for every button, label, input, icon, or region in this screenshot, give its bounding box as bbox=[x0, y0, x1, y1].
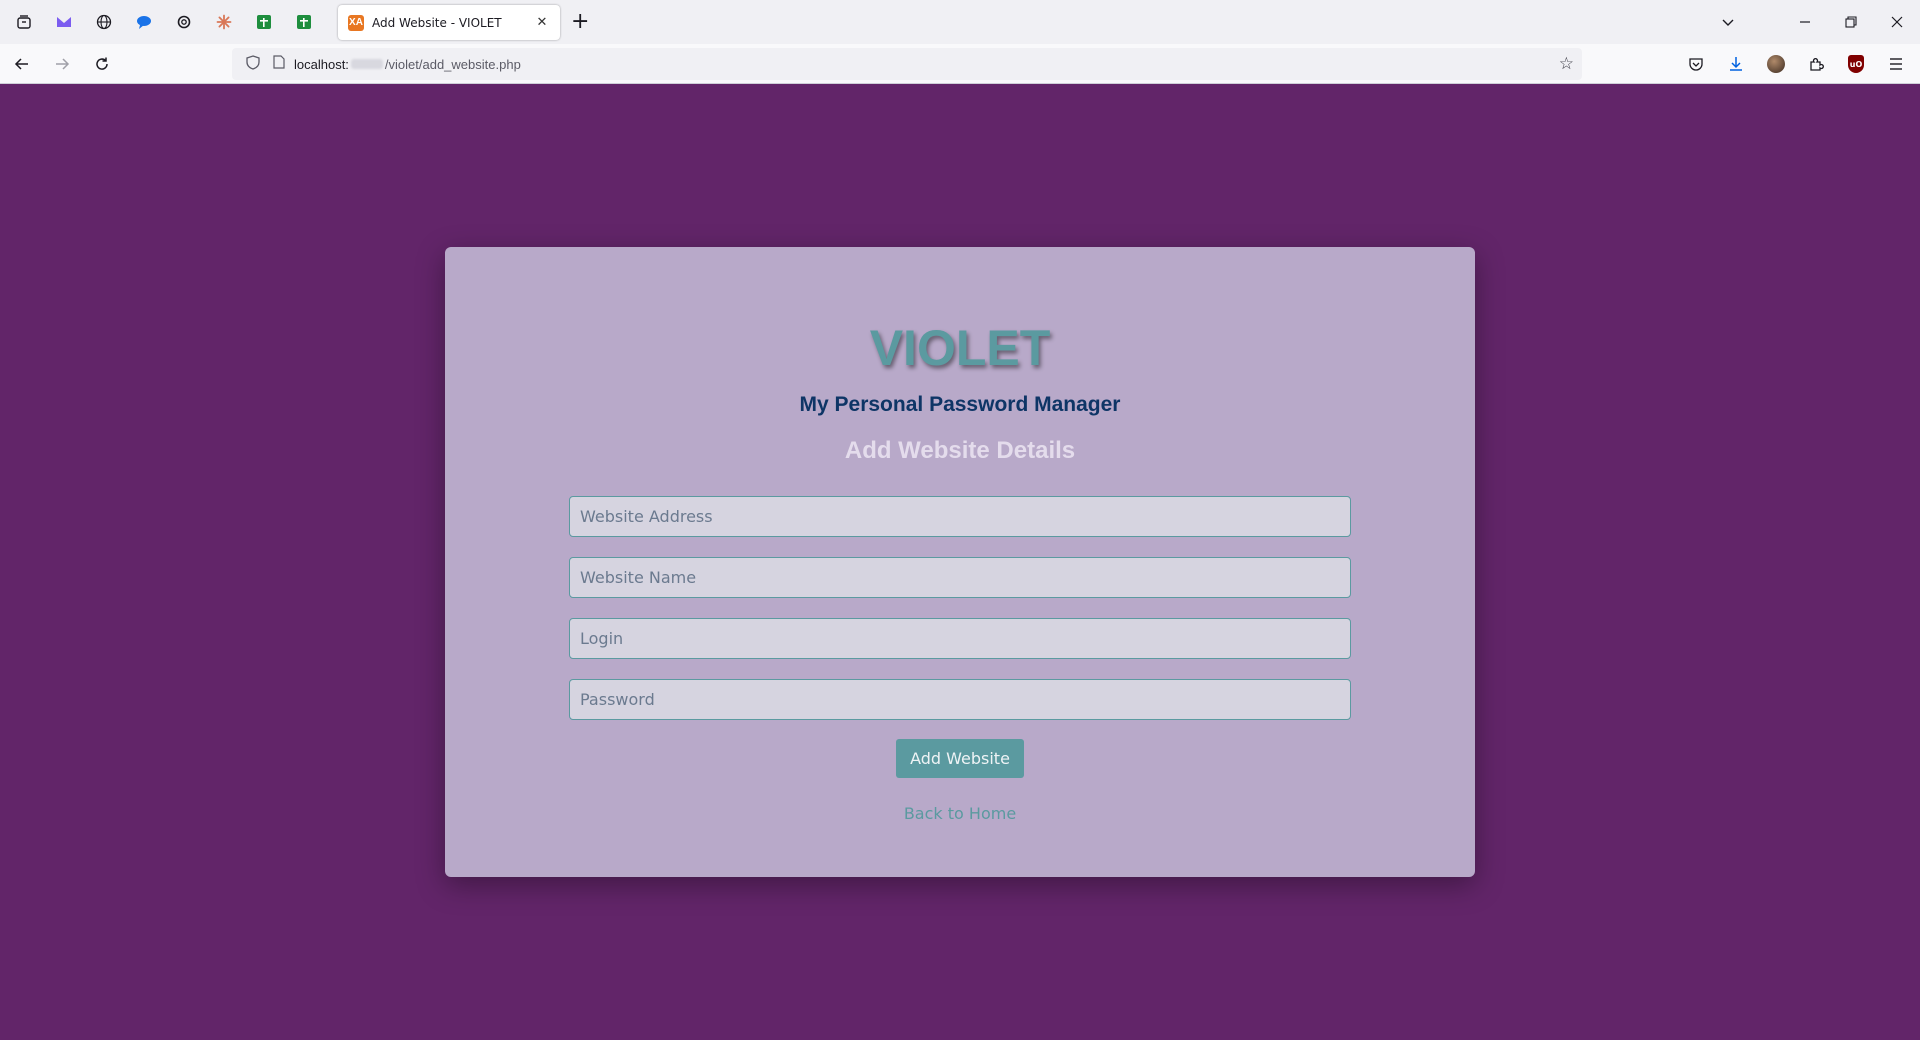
browser-tab-bar: XA Add Website - VIOLET ✕ + bbox=[0, 0, 1920, 44]
menu-hamburger-icon[interactable] bbox=[1878, 48, 1914, 80]
window-controls bbox=[1782, 0, 1920, 44]
pinned-tabs bbox=[4, 0, 324, 44]
claude-asterisk-icon[interactable] bbox=[204, 0, 244, 44]
page-background: VIOLET My Personal Password Manager Add … bbox=[0, 85, 1920, 1040]
bookmark-star-icon[interactable]: ☆ bbox=[1559, 54, 1574, 74]
globe-icon[interactable] bbox=[84, 0, 124, 44]
website-address-input[interactable] bbox=[569, 496, 1351, 537]
extensions-puzzle-icon[interactable] bbox=[1798, 48, 1834, 80]
shield-icon[interactable] bbox=[242, 54, 264, 74]
tab-overview-icon[interactable] bbox=[4, 0, 44, 44]
tab-active[interactable]: XA Add Website - VIOLET ✕ bbox=[338, 5, 560, 40]
forward-arrow-icon[interactable] bbox=[44, 48, 80, 80]
url-port-redacted bbox=[350, 59, 383, 69]
window-close-icon[interactable] bbox=[1874, 0, 1920, 44]
sheets-icon[interactable] bbox=[284, 0, 324, 44]
page-icon[interactable] bbox=[268, 55, 290, 73]
minimize-icon[interactable] bbox=[1782, 0, 1828, 44]
restore-icon[interactable] bbox=[1828, 0, 1874, 44]
add-website-card: VIOLET My Personal Password Manager Add … bbox=[445, 247, 1475, 877]
proton-mail-icon[interactable] bbox=[44, 0, 84, 44]
download-icon[interactable] bbox=[1718, 48, 1754, 80]
login-input[interactable] bbox=[569, 618, 1351, 659]
app-subtitle: My Personal Password Manager bbox=[799, 393, 1121, 416]
xampp-favicon-icon: XA bbox=[348, 14, 364, 31]
chevron-down-icon[interactable] bbox=[1708, 0, 1748, 44]
account-avatar-icon[interactable] bbox=[1758, 48, 1794, 80]
password-input[interactable] bbox=[569, 679, 1351, 720]
url-path: /violet/add_website.php bbox=[384, 56, 521, 72]
reload-icon[interactable] bbox=[84, 48, 120, 80]
openai-icon[interactable] bbox=[164, 0, 204, 44]
sheets-icon[interactable] bbox=[244, 0, 284, 44]
browser-nav-bar: localhost: /violet/add_website.php ☆ uO bbox=[0, 44, 1920, 84]
app-logo: VIOLET bbox=[869, 320, 1051, 376]
back-to-home-link[interactable]: Back to Home bbox=[445, 804, 1475, 823]
tab-title: Add Website - VIOLET bbox=[372, 15, 502, 30]
back-arrow-icon[interactable] bbox=[4, 48, 40, 80]
new-tab-icon[interactable]: + bbox=[571, 9, 589, 35]
address-bar[interactable]: localhost: /violet/add_website.php ☆ bbox=[232, 48, 1582, 80]
website-name-input[interactable] bbox=[569, 557, 1351, 598]
close-icon[interactable]: ✕ bbox=[534, 15, 550, 30]
pocket-icon[interactable] bbox=[1678, 48, 1714, 80]
section-title: Add Website Details bbox=[844, 437, 1076, 464]
toolbar-right: uO bbox=[1674, 48, 1914, 80]
add-website-button[interactable]: Add Website bbox=[896, 739, 1024, 778]
url-host: localhost: bbox=[294, 56, 349, 72]
chat-bubble-icon[interactable] bbox=[124, 0, 164, 44]
ublock-origin-icon[interactable]: uO bbox=[1838, 48, 1874, 80]
